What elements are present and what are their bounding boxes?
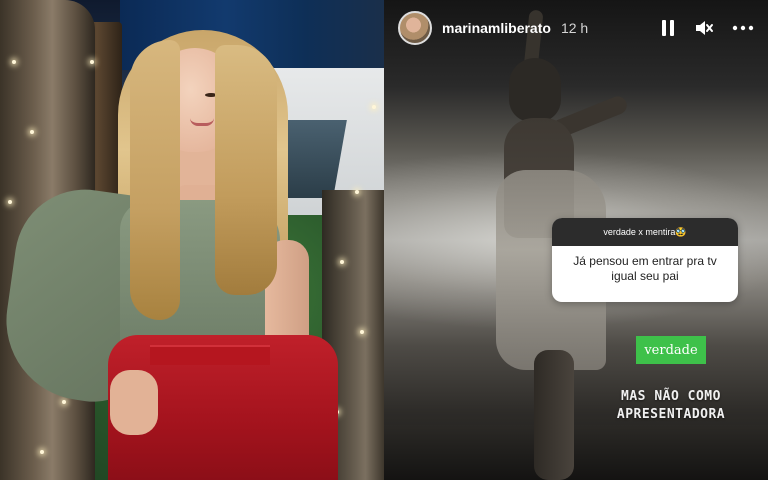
hair-strand-right <box>215 45 277 295</box>
question-text: Já pensou em entrar pra tv igual seu pai <box>573 254 717 283</box>
mute-icon[interactable] <box>694 19 714 37</box>
pause-icon[interactable] <box>662 20 676 36</box>
instagram-story[interactable]: marinamliberato 12 h verdade x mentira🥸 … <box>384 0 768 480</box>
story-controls <box>662 19 754 37</box>
story-username[interactable]: marinamliberato <box>442 20 551 36</box>
avatar[interactable] <box>398 11 432 45</box>
left-photo <box>0 0 384 480</box>
answer-text-line-2: APRESENTADORA <box>616 407 726 422</box>
answer-text-line-1: MAS NÃO COMO <box>621 389 721 404</box>
question-sticker[interactable]: verdade x mentira🥸 Já pensou em entrar p… <box>552 218 738 302</box>
dancer-leg <box>534 350 574 480</box>
hand <box>110 370 158 435</box>
answer-text: MAS NÃO COMO APRESENTADORA <box>606 388 736 424</box>
skirt-belt <box>150 345 270 365</box>
answer-tag: verdade <box>636 336 706 364</box>
story-header: marinamliberato 12 h <box>384 0 768 56</box>
hair-strand-left <box>130 40 180 320</box>
story-time: 12 h <box>560 20 589 36</box>
question-sticker-title: verdade x mentira🥸 <box>552 218 738 246</box>
dancer-head <box>509 58 561 122</box>
girl-figure <box>0 0 384 480</box>
more-icon[interactable] <box>732 25 754 31</box>
